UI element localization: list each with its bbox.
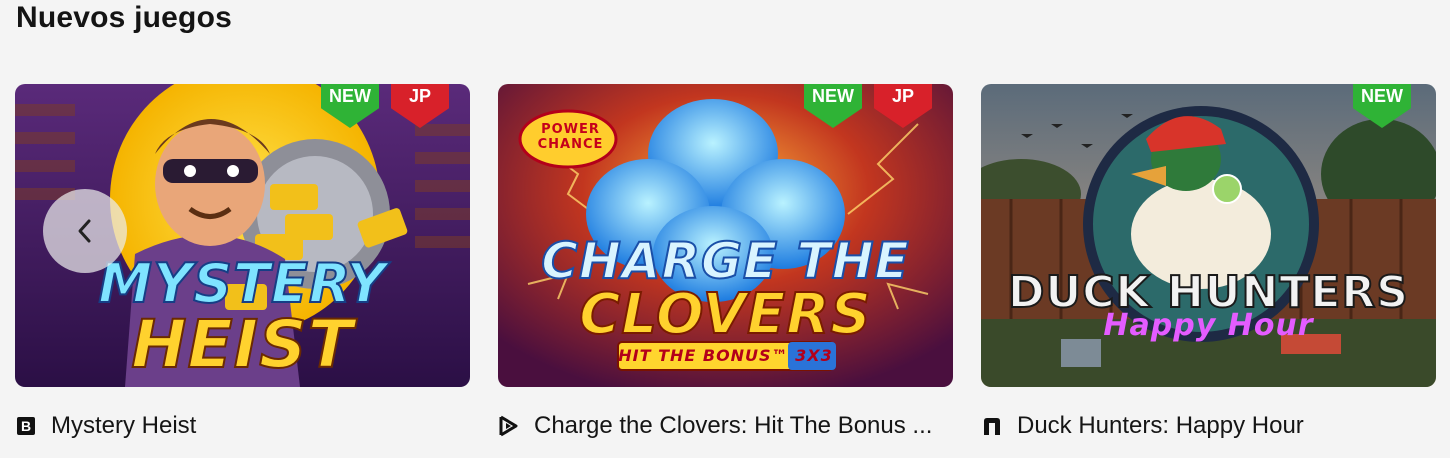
game-thumbnail[interactable]: POWER Chance CHARGE THE CLOVERS HIT the … [498,84,953,387]
thumb-title-line2: CLOVERS [578,281,872,348]
game-info: Charge the Clovers: Hit The Bonus ... [498,409,932,443]
game-name[interactable]: Mystery Heist [51,411,196,441]
provider-n-icon [981,415,1003,437]
thumb-title-line2: HEIST [130,305,354,384]
provider-play-icon [498,415,520,437]
power-chance-logo: POWER Chance [537,122,604,152]
game-name[interactable]: Duck Hunters: Happy Hour [1017,411,1304,441]
game-card-duck-hunters[interactable]: DUCK HUNTERS Happy Hour NEW Duck Hunters… [981,84,1436,439]
game-name[interactable]: Charge the Clovers: Hit The Bonus ... [534,411,932,441]
game-info: B Mystery Heist [15,409,196,443]
svg-text:B: B [21,418,31,434]
game-info: Duck Hunters: Happy Hour [981,409,1304,443]
provider-b-icon: B [15,415,37,437]
chevron-left-icon [78,219,91,243]
thumb-subtitle: HIT the BONUS™ 3x3 [618,346,833,365]
game-thumbnail[interactable]: DUCK HUNTERS Happy Hour NEW [981,84,1436,387]
games-carousel: MYSTERY HEIST NEW JP B Mystery Heist POW… [15,84,1436,444]
new-games-section: Nuevos juegos MYSTERY HEIST NEW JP B Mys… [0,0,1450,458]
thumb-title-line2: Happy Hour [1103,308,1314,343]
section-title: Nuevos juegos [16,1,232,34]
game-thumbnail[interactable]: MYSTERY HEIST NEW JP [15,84,470,387]
carousel-prev-button[interactable] [43,189,127,273]
game-card-mystery-heist[interactable]: MYSTERY HEIST NEW JP B Mystery Heist [15,84,470,439]
game-card-charge-the-clovers[interactable]: POWER Chance CHARGE THE CLOVERS HIT the … [498,84,953,439]
